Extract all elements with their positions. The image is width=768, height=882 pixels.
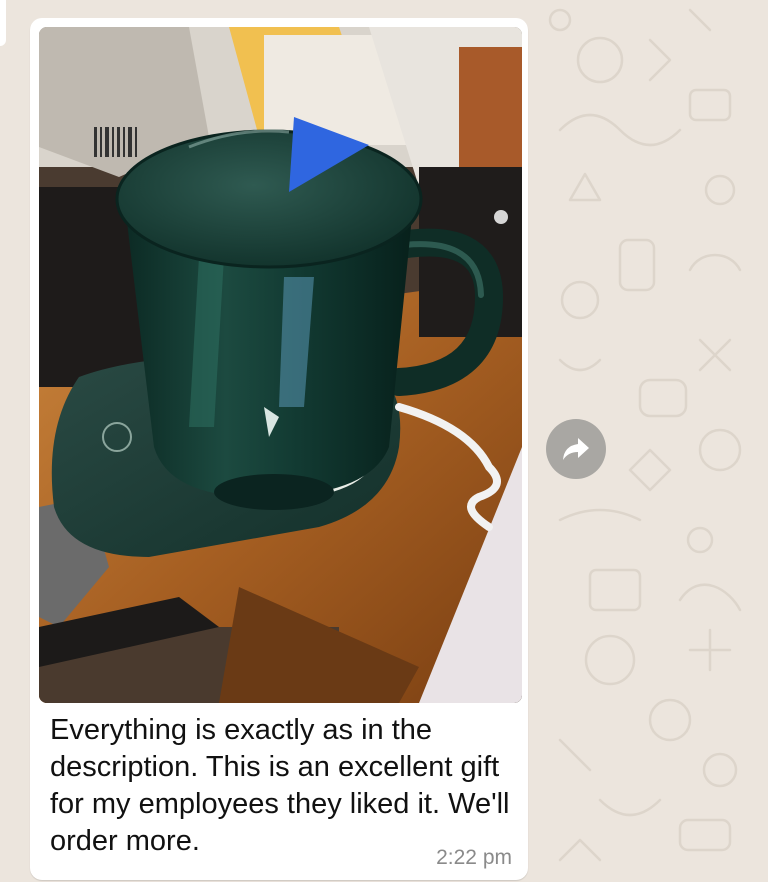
- message-caption: Everything is exactly as in the descript…: [50, 714, 510, 857]
- forward-arrow-icon: [563, 438, 589, 460]
- message-photo[interactable]: [39, 27, 522, 703]
- forward-button[interactable]: [546, 419, 606, 479]
- message-timestamp: 2:22 pm: [436, 846, 512, 869]
- previous-bubble-edge: [0, 0, 6, 46]
